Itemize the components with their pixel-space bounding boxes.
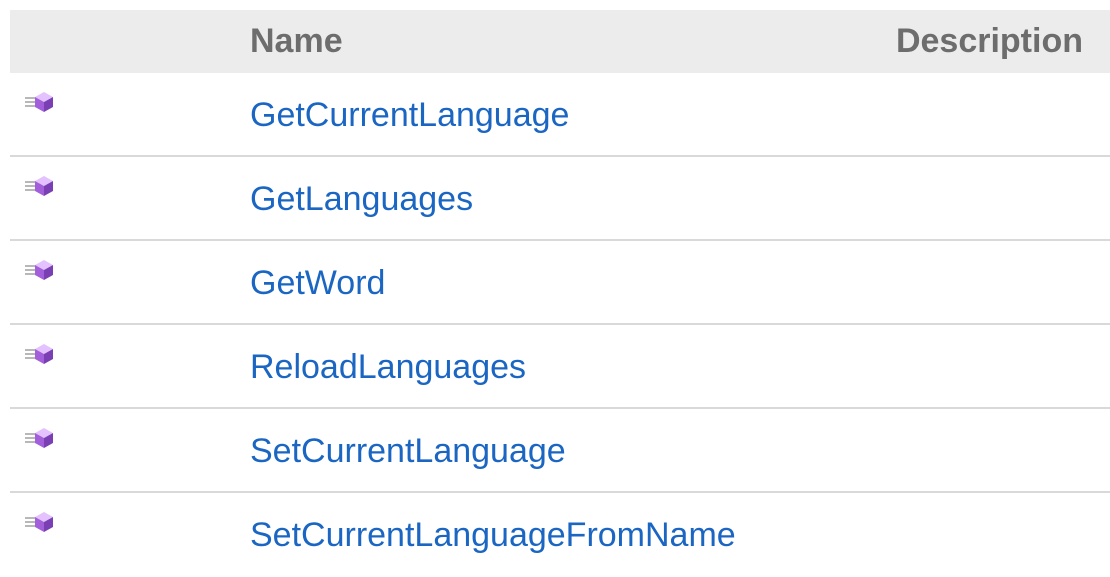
method-link-getlanguages[interactable]: GetLanguages [250, 157, 473, 241]
public-method-icon [24, 90, 60, 112]
public-method-icon [24, 426, 60, 448]
table-row: GetCurrentLanguage [10, 73, 1110, 157]
table-header: Name Description [10, 10, 1110, 73]
table-row: SetCurrentLanguageFromName [10, 493, 1110, 577]
methods-table: Name Description GetCurrentLanguage GetL… [10, 10, 1110, 577]
description-column-header: Description [895, 22, 1083, 60]
public-method-icon [24, 174, 60, 196]
table-row: SetCurrentLanguage [10, 409, 1110, 493]
method-link-getword[interactable]: GetWord [250, 241, 385, 325]
method-link-reloadlanguages[interactable]: ReloadLanguages [250, 325, 526, 409]
table-row: GetLanguages [10, 157, 1110, 241]
public-method-icon [24, 258, 60, 280]
method-link-setcurrentlanguagefromname[interactable]: SetCurrentLanguageFromName [250, 493, 736, 577]
public-method-icon [24, 342, 60, 364]
name-column-header: Name [250, 22, 343, 60]
table-row: ReloadLanguages [10, 325, 1110, 409]
method-link-getcurrentlanguage[interactable]: GetCurrentLanguage [250, 73, 569, 157]
method-link-setcurrentlanguage[interactable]: SetCurrentLanguage [250, 409, 566, 493]
table-row: GetWord [10, 241, 1110, 325]
public-method-icon [24, 510, 60, 532]
